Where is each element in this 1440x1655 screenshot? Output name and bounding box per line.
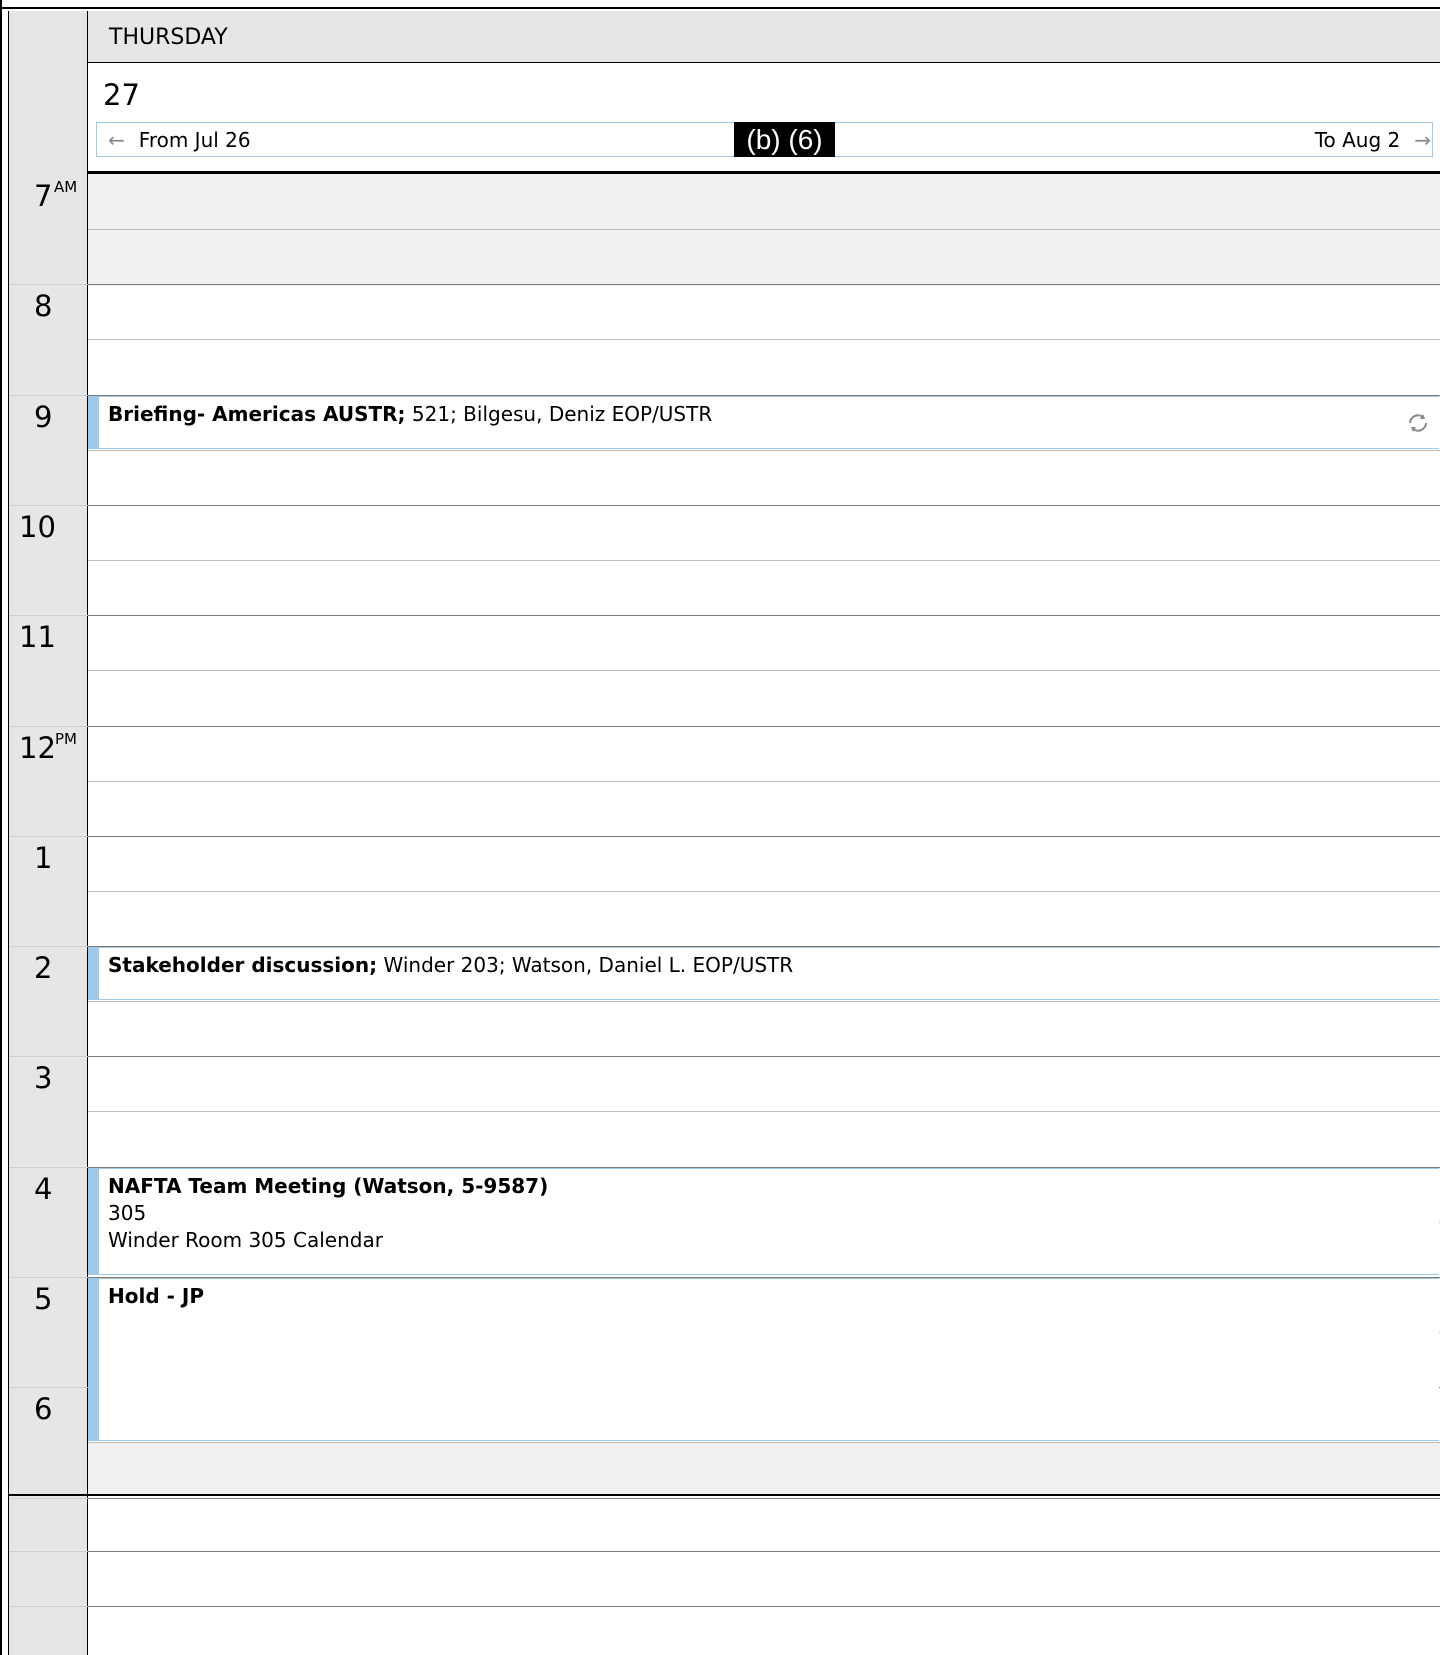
hour-gridline — [88, 1056, 1440, 1057]
half-hour-gridline — [88, 1001, 1440, 1002]
arrow-left-icon: ← — [108, 128, 125, 152]
event-title: Stakeholder discussion; — [108, 953, 378, 977]
hour-label: 4 — [34, 1172, 53, 1206]
gutter-gridline — [9, 1387, 88, 1388]
hour-gridline — [88, 836, 1440, 837]
gutter-gridline — [9, 505, 88, 506]
event-stakeholder[interactable]: Stakeholder discussion; Winder 203; Wats… — [88, 947, 1439, 1000]
event-detail: 521; Bilgesu, Deniz EOP/USTR — [405, 402, 713, 426]
day-number[interactable]: 27 — [103, 78, 140, 112]
half-hour-gridline — [88, 781, 1440, 782]
half-hour-gridline — [88, 670, 1440, 671]
hour-gridline — [88, 615, 1440, 616]
event-title: Hold - JP — [108, 1284, 204, 1308]
gutter-gridline — [9, 1056, 88, 1057]
event-nafta[interactable]: NAFTA Team Meeting (Watson, 5-9587) 305 … — [88, 1168, 1439, 1275]
hour-suffix: PM — [55, 730, 77, 748]
gutter-gridline — [9, 615, 88, 616]
hour-label: 10 — [19, 510, 56, 544]
arrow-right-icon: → — [1414, 128, 1431, 152]
half-hour-gridline — [88, 1111, 1440, 1112]
prev-week-button[interactable]: ← From Jul 26 — [108, 127, 251, 153]
hour-label: 3 — [34, 1061, 53, 1095]
half-hour-gridline — [88, 229, 1440, 230]
redaction-box: (b) (6) — [734, 122, 835, 157]
event-briefing[interactable]: Briefing- Americas AUSTR; 521; Bilgesu, … — [88, 396, 1439, 449]
day-name: THURSDAY — [109, 25, 228, 50]
top-border — [0, 0, 1440, 9]
half-hour-gridline — [88, 891, 1440, 892]
half-hour-gridline — [88, 1442, 1440, 1443]
day-header: THURSDAY — [88, 11, 1440, 63]
gutter-gridline — [9, 284, 88, 285]
event-calendar: Winder Room 305 Calendar — [108, 1228, 383, 1252]
event-accent-bar — [88, 948, 99, 999]
hour-label: 5 — [34, 1282, 53, 1316]
gutter-gridline — [9, 1606, 88, 1607]
evening-divider — [8, 1494, 1440, 1496]
hour-label: 6 — [34, 1392, 53, 1426]
event-title: NAFTA Team Meeting (Watson, 5-9587) — [108, 1174, 549, 1198]
recurring-icon — [1405, 410, 1431, 436]
prev-week-label: From Jul 26 — [138, 128, 251, 152]
hour-gridline — [88, 1498, 1440, 1499]
offhours-morning — [88, 174, 1440, 286]
hour-gridline — [88, 505, 1440, 506]
gutter-gridline — [9, 836, 88, 837]
hour-gridline — [88, 284, 1440, 285]
half-hour-gridline — [88, 450, 1440, 451]
half-hour-gridline — [88, 339, 1440, 340]
event-hold[interactable]: Hold - JP — [88, 1278, 1439, 1441]
event-location: 305 — [108, 1201, 147, 1225]
hour-label: 8 — [34, 289, 53, 323]
event-accent-bar — [88, 1279, 99, 1440]
gutter-gridline — [9, 1277, 88, 1278]
event-accent-bar — [88, 397, 99, 448]
hour-label: 7 — [34, 179, 53, 213]
hour-label: 11 — [19, 620, 56, 654]
gutter-gridline — [9, 1498, 88, 1499]
evening-gridline — [88, 1551, 1440, 1552]
hour-gridline — [88, 726, 1440, 727]
next-week-label: To Aug 2 — [1314, 128, 1401, 152]
evening-gridline — [88, 1606, 1440, 1607]
hour-label: 2 — [34, 951, 53, 985]
hour-suffix: AM — [54, 178, 78, 196]
gutter-gridline — [9, 1167, 88, 1168]
event-title: Briefing- Americas AUSTR; — [108, 402, 406, 426]
half-hour-gridline — [88, 560, 1440, 561]
offhours-evening — [88, 1442, 1440, 1495]
redaction-label: (b) (6) — [746, 123, 823, 155]
event-accent-bar — [88, 1169, 99, 1274]
gutter-gridline — [9, 1551, 88, 1552]
gutter-gridline — [9, 946, 88, 947]
event-detail: Winder 203; Watson, Daniel L. EOP/USTR — [377, 953, 794, 977]
hour-label: 12 — [19, 731, 56, 765]
hour-label: 1 — [34, 841, 53, 875]
gutter-gridline — [9, 726, 88, 727]
gutter-gridline — [9, 395, 88, 396]
next-week-button[interactable]: To Aug 2 → — [1315, 127, 1431, 153]
hour-label: 9 — [34, 400, 53, 434]
